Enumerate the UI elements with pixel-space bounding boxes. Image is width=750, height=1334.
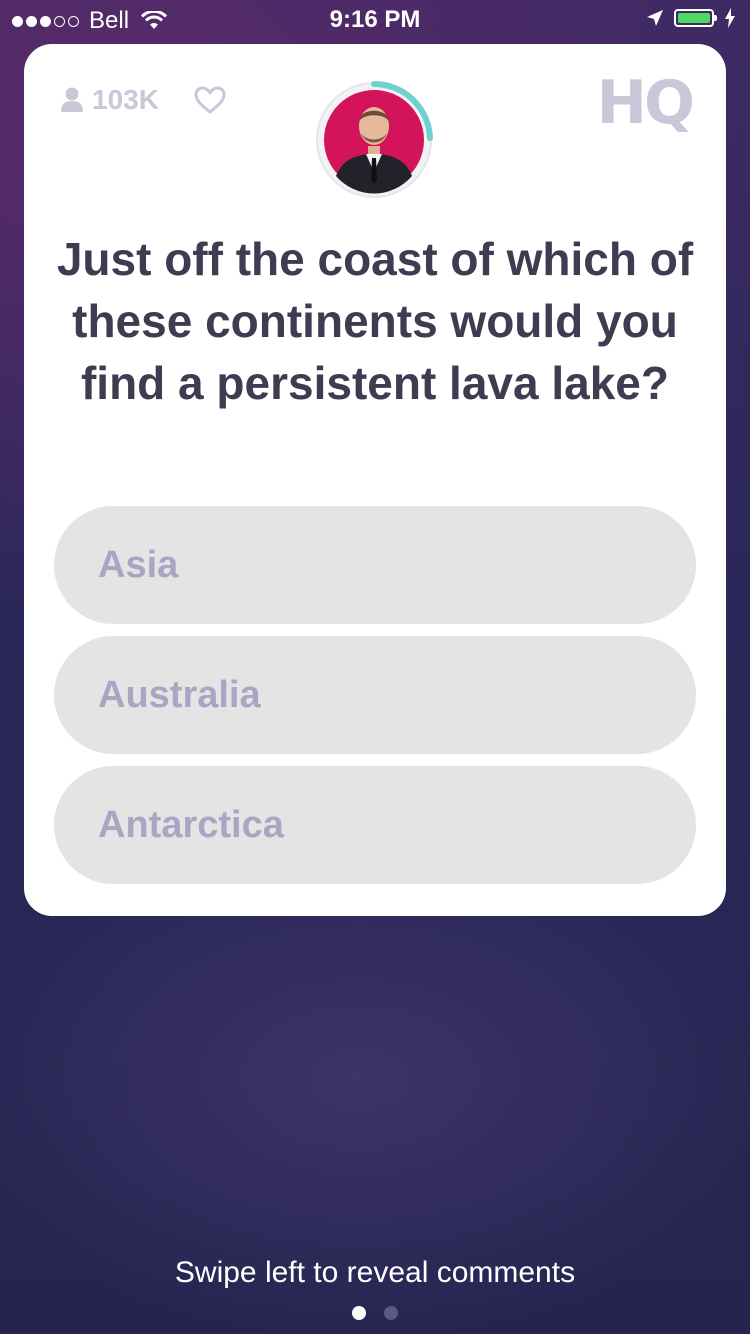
charging-bolt-icon [725, 8, 735, 28]
viewer-count-value: 103K [92, 84, 159, 115]
page-indicator[interactable] [0, 1306, 750, 1320]
status-right [646, 8, 736, 28]
battery-icon [674, 9, 717, 27]
page-dot [384, 1306, 398, 1320]
host-avatar [314, 80, 434, 200]
hq-logo: HQ [596, 68, 695, 138]
answer-option-2[interactable]: Australia [54, 636, 696, 754]
answer-label: Asia [98, 543, 179, 586]
status-bar: Bell 9:16 PM [0, 0, 750, 40]
page-dot-active [352, 1306, 366, 1320]
swipe-hint: Swipe left to reveal comments [174, 1256, 576, 1289]
host-video [316, 81, 433, 198]
answer-option-3[interactable]: Antarctica [54, 766, 696, 884]
status-time: 9:16 PM [329, 6, 421, 33]
answer-label: Australia [98, 673, 261, 716]
question-text: Just off the coast of which of these con… [56, 233, 694, 409]
answer-label: Antarctica [98, 803, 284, 846]
battery-level [678, 13, 710, 23]
viewer-count: 103K [60, 84, 159, 116]
question-card: 103K HQ Just off the coast of which of t… [24, 44, 726, 916]
user-icon [61, 87, 83, 112]
location-arrow-icon [647, 10, 663, 26]
heart-icon[interactable] [194, 86, 226, 114]
answer-option-1[interactable]: Asia [54, 506, 696, 624]
